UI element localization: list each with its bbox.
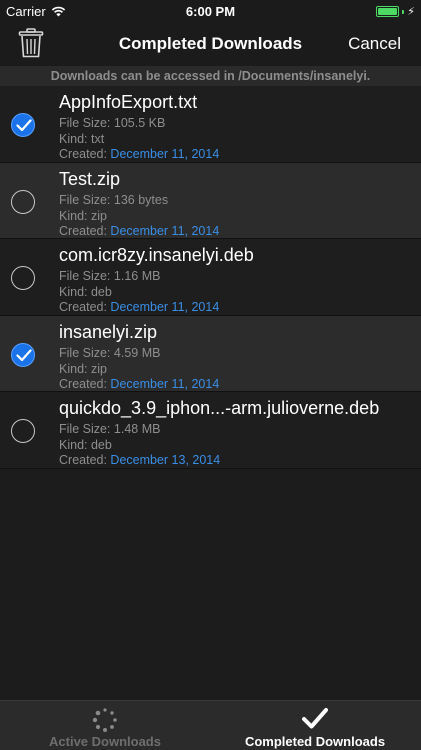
file-created-label: Created: xyxy=(59,453,111,467)
cancel-button[interactable]: Cancel xyxy=(348,34,401,54)
file-size: File Size: 4.59 MB xyxy=(59,346,160,360)
file-row[interactable]: Test.zip File Size: 136 bytes Kind: zip Cre… xyxy=(0,162,421,239)
file-kind: Kind: zip xyxy=(59,362,107,376)
file-kind-value: zip xyxy=(90,208,107,223)
file-created-label: Created: xyxy=(59,223,111,238)
checkbox-unselected-icon[interactable] xyxy=(11,189,35,214)
file-size: File Size: 1.48 MB xyxy=(59,422,160,436)
file-created-label: Created: xyxy=(59,300,111,314)
file-row[interactable]: insanelyi.zip File Size: 4.59 MB Kind: zip… xyxy=(0,315,421,392)
file-size-label: File Size: xyxy=(59,422,114,436)
file-size-value: 4.59 MB xyxy=(113,345,161,360)
status-time: 6:00 PM xyxy=(185,4,236,19)
file-created-date: December 11, 2014 xyxy=(110,223,220,238)
file-created-label: Created: xyxy=(59,147,111,161)
battery-indicator: ⚡ xyxy=(376,5,415,18)
status-bar: Carrier 6:00 PM ⚡ xyxy=(0,0,421,22)
file-created-date: December 11, 2014 xyxy=(110,376,220,391)
file-row[interactable]: quickdo_3.9_iphon...-arm.julioverne.deb F… xyxy=(0,392,421,469)
navigation-bar: Completed Downloads Cancel xyxy=(0,22,421,66)
file-list: AppInfoExport.txt File Size: 105.5 KB Kind… xyxy=(0,86,421,469)
battery-icon xyxy=(376,6,400,17)
file-created: Created: December 11, 2014 xyxy=(59,224,219,238)
file-size-label: File Size: xyxy=(59,192,114,207)
file-created-label: Created: xyxy=(59,376,111,391)
file-kind: Kind: txt xyxy=(59,132,104,146)
file-size: File Size: 1.16 MB xyxy=(59,269,160,283)
file-size-label: File Size: xyxy=(59,345,114,360)
file-name: quickdo_3.9_iphon...-arm.julioverne.deb xyxy=(59,398,380,418)
spinner-icon xyxy=(92,708,117,732)
downloads-path-note: Downloads can be accessed in /Documents/… xyxy=(0,66,421,86)
file-created-date: December 11, 2014 xyxy=(110,300,220,314)
file-size: File Size: 136 bytes xyxy=(59,193,168,207)
file-kind-label: Kind: xyxy=(59,438,91,452)
file-size-value: 1.16 MB xyxy=(113,269,161,283)
checkbox-unselected-icon[interactable] xyxy=(11,419,35,443)
file-kind: Kind: deb xyxy=(59,285,112,299)
file-kind-label: Kind: xyxy=(59,208,91,223)
file-kind-label: Kind: xyxy=(59,361,91,376)
tab-completed-downloads-label: Completed Downloads xyxy=(244,734,386,749)
file-row[interactable]: com.icr8zy.insanelyi.deb File Size: 1.16 … xyxy=(0,239,421,316)
file-name: insanelyi.zip xyxy=(59,321,158,342)
file-name: AppInfoExport.txt xyxy=(59,92,198,112)
checkbox-unselected-icon[interactable] xyxy=(11,266,35,290)
file-size-value: 105.5 KB xyxy=(113,116,166,130)
tab-active-downloads[interactable]: Active Downloads xyxy=(0,701,210,750)
file-size-value: 1.48 MB xyxy=(113,422,161,436)
file-name: com.icr8zy.insanelyi.deb xyxy=(59,245,254,265)
checkmark-icon xyxy=(302,708,328,729)
file-kind-value: deb xyxy=(90,285,112,299)
tab-completed-downloads[interactable]: Completed Downloads xyxy=(210,701,420,750)
file-created-date: December 13, 2014 xyxy=(110,453,221,467)
checkmark-selected-icon[interactable] xyxy=(11,113,35,137)
file-created-date: December 11, 2014 xyxy=(110,147,220,161)
file-created: Created: December 11, 2014 xyxy=(59,300,219,314)
file-kind-value: deb xyxy=(90,438,112,452)
file-created: Created: December 11, 2014 xyxy=(59,147,219,161)
tab-bar: Active Downloads Completed Downloads xyxy=(0,700,421,750)
checkmark-selected-icon[interactable] xyxy=(11,342,35,367)
file-kind-value: txt xyxy=(90,132,105,146)
charging-bolt-icon: ⚡ xyxy=(407,6,415,18)
file-kind: Kind: deb xyxy=(59,438,112,452)
file-size: File Size: 105.5 KB xyxy=(59,116,165,130)
file-created: Created: December 11, 2014 xyxy=(59,377,219,391)
file-size-value: 136 bytes xyxy=(113,192,169,207)
file-size-label: File Size: xyxy=(59,116,114,130)
file-name: Test.zip xyxy=(59,168,121,189)
file-kind-label: Kind: xyxy=(59,285,91,299)
file-row[interactable]: AppInfoExport.txt File Size: 105.5 KB Kind… xyxy=(0,86,421,163)
file-size-label: File Size: xyxy=(59,269,114,283)
file-kind-label: Kind: xyxy=(59,132,91,146)
file-kind-value: zip xyxy=(90,361,107,376)
file-created: Created: December 13, 2014 xyxy=(59,453,220,467)
file-kind: Kind: zip xyxy=(59,209,107,223)
tab-active-downloads-label: Active Downloads xyxy=(49,734,161,749)
